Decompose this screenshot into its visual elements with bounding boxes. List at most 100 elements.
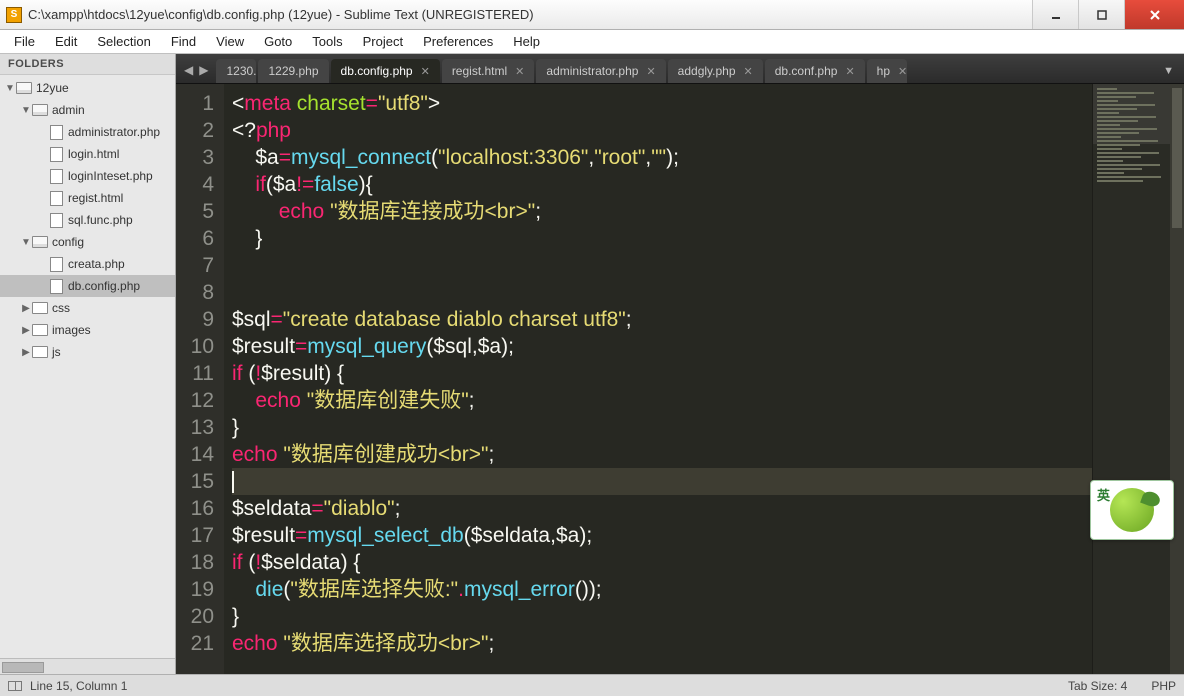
tab-label: db.conf.php <box>775 64 838 78</box>
code-line-7[interactable] <box>232 252 1092 279</box>
title-bar: S C:\xampp\htdocs\12yue\config\db.config… <box>0 0 1184 30</box>
folder-12yue[interactable]: ▼12yue <box>0 77 175 99</box>
code-line-18[interactable]: if (!$seldata) { <box>232 549 1092 576</box>
code-line-14[interactable]: echo "数据库创建成功<br>"; <box>232 441 1092 468</box>
menu-tools[interactable]: Tools <box>302 32 352 51</box>
panel-switcher-icon[interactable] <box>8 681 22 691</box>
code-line-2[interactable]: <?php <box>232 117 1092 144</box>
folder-icon <box>32 300 48 316</box>
syntax-language[interactable]: PHP <box>1151 679 1176 693</box>
tab-1230-[interactable]: 1230. <box>216 59 256 83</box>
file-regist-html[interactable]: regist.html <box>0 187 175 209</box>
vertical-scrollbar[interactable] <box>1170 84 1184 674</box>
sidebar-header: FOLDERS <box>0 54 175 75</box>
file-login-html[interactable]: login.html <box>0 143 175 165</box>
menu-file[interactable]: File <box>4 32 45 51</box>
folder-css[interactable]: ▶ css <box>0 297 175 319</box>
tab-close-icon[interactable]: ✕ <box>744 65 753 78</box>
minimize-button[interactable] <box>1032 0 1078 29</box>
menu-edit[interactable]: Edit <box>45 32 87 51</box>
ime-badge[interactable]: 英 <box>1090 480 1174 540</box>
menu-selection[interactable]: Selection <box>87 32 160 51</box>
tree-arrow-icon[interactable]: ▶ <box>20 325 32 336</box>
tab-back-icon[interactable]: ◀ <box>184 63 193 77</box>
tree-label: admin <box>52 103 85 117</box>
ime-mode-label: 英 <box>1097 485 1110 504</box>
folder-config[interactable]: ▼config <box>0 231 175 253</box>
editor: ◀▶ 1230.1229.phpdb.config.php✕regist.htm… <box>176 54 1184 674</box>
code-line-4[interactable]: if($a!=false){ <box>232 171 1092 198</box>
folder-images[interactable]: ▶images <box>0 319 175 341</box>
code-line-15[interactable] <box>232 468 1092 495</box>
tab-close-icon[interactable]: ✕ <box>646 65 655 78</box>
file-db-config-php[interactable]: db.config.php <box>0 275 175 297</box>
code-line-3[interactable]: $a=mysql_connect("localhost:3306","root"… <box>232 144 1092 171</box>
close-button[interactable] <box>1124 0 1184 29</box>
tab-history-nav[interactable]: ◀▶ <box>180 63 216 83</box>
code-line-21[interactable]: echo "数据库选择成功<br>"; <box>232 630 1092 657</box>
menu-goto[interactable]: Goto <box>254 32 302 51</box>
code-line-20[interactable]: } <box>232 603 1092 630</box>
tab-close-icon[interactable]: ✕ <box>845 65 854 78</box>
file-creata-php[interactable]: creata.php <box>0 253 175 275</box>
tree-label: css <box>52 301 70 315</box>
maximize-button[interactable] <box>1078 0 1124 29</box>
line-number-gutter[interactable]: 123456789101112131415161718192021 <box>176 84 224 674</box>
code-line-16[interactable]: $seldata="diablo"; <box>232 495 1092 522</box>
file-sql-func-php[interactable]: sql.func.php <box>0 209 175 231</box>
tab-db-config-php[interactable]: db.config.php✕ <box>331 59 440 83</box>
code-line-10[interactable]: $result=mysql_query($sql,$a); <box>232 333 1092 360</box>
code-line-9[interactable]: $sql="create database diablo charset utf… <box>232 306 1092 333</box>
code-line-19[interactable]: die("数据库选择失败:".mysql_error()); <box>232 576 1092 603</box>
tree-label: creata.php <box>68 257 125 271</box>
tab-administrator-php[interactable]: administrator.php✕ <box>536 59 665 83</box>
tree-label: regist.html <box>68 191 123 205</box>
tab-overflow-dropdown[interactable]: ▼ <box>1153 65 1184 83</box>
menu-preferences[interactable]: Preferences <box>413 32 503 51</box>
tree-label: loginInteset.php <box>68 169 153 183</box>
tab-db-conf-php[interactable]: db.conf.php ✕ <box>765 59 865 83</box>
tab-1229-php[interactable]: 1229.php <box>258 59 328 83</box>
tab-label: addgly.php <box>678 64 736 78</box>
tab-close-icon[interactable]: ✕ <box>898 65 907 78</box>
code-line-12[interactable]: echo "数据库创建失败"; <box>232 387 1092 414</box>
tab-forward-icon[interactable]: ▶ <box>199 63 208 77</box>
tab-close-icon[interactable]: ✕ <box>515 65 524 78</box>
file-icon <box>48 124 64 140</box>
tab-regist-html[interactable]: regist.html✕ <box>442 59 535 83</box>
tree-arrow-icon[interactable]: ▼ <box>4 83 16 94</box>
folder-tree[interactable]: ▼12yue▼adminadministrator.phplogin.htmll… <box>0 75 175 658</box>
code-line-11[interactable]: if (!$result) { <box>232 360 1092 387</box>
tab-hp[interactable]: hp✕ <box>867 59 907 83</box>
tab-addgly-php[interactable]: addgly.php ✕ <box>668 59 763 83</box>
menu-project[interactable]: Project <box>353 32 413 51</box>
folder-icon <box>32 344 48 360</box>
tab-size[interactable]: Tab Size: 4 <box>1068 679 1127 693</box>
tree-label: sql.func.php <box>68 213 133 227</box>
menu-find[interactable]: Find <box>161 32 206 51</box>
file-logininteset-php[interactable]: loginInteset.php <box>0 165 175 187</box>
code-line-6[interactable]: } <box>232 225 1092 252</box>
tab-close-icon[interactable]: ✕ <box>421 65 430 78</box>
code-line-8[interactable] <box>232 279 1092 306</box>
tree-arrow-icon[interactable]: ▶ <box>20 347 32 358</box>
menu-help[interactable]: Help <box>503 32 550 51</box>
code-line-5[interactable]: echo "数据库连接成功<br>"; <box>232 198 1092 225</box>
tree-arrow-icon[interactable]: ▼ <box>20 237 32 248</box>
sidebar-horizontal-scrollbar[interactable] <box>0 658 175 674</box>
tree-arrow-icon[interactable]: ▼ <box>20 105 32 116</box>
code-editor[interactable]: <meta charset="utf8"> <?php $a=mysql_con… <box>224 84 1092 674</box>
folder-admin[interactable]: ▼ admin <box>0 99 175 121</box>
app-icon: S <box>6 7 22 23</box>
folder-js[interactable]: ▶js <box>0 341 175 363</box>
code-line-17[interactable]: $result=mysql_select_db($seldata,$a); <box>232 522 1092 549</box>
menu-view[interactable]: View <box>206 32 254 51</box>
code-line-1[interactable]: <meta charset="utf8"> <box>232 90 1092 117</box>
tree-arrow-icon[interactable]: ▶ <box>20 303 32 314</box>
code-line-13[interactable]: } <box>232 414 1092 441</box>
cursor-position[interactable]: Line 15, Column 1 <box>30 679 127 693</box>
minimap-lines <box>1097 88 1166 184</box>
minimap[interactable] <box>1092 84 1170 674</box>
tab-label: 1230. <box>226 64 256 78</box>
file-administrator-php[interactable]: administrator.php <box>0 121 175 143</box>
